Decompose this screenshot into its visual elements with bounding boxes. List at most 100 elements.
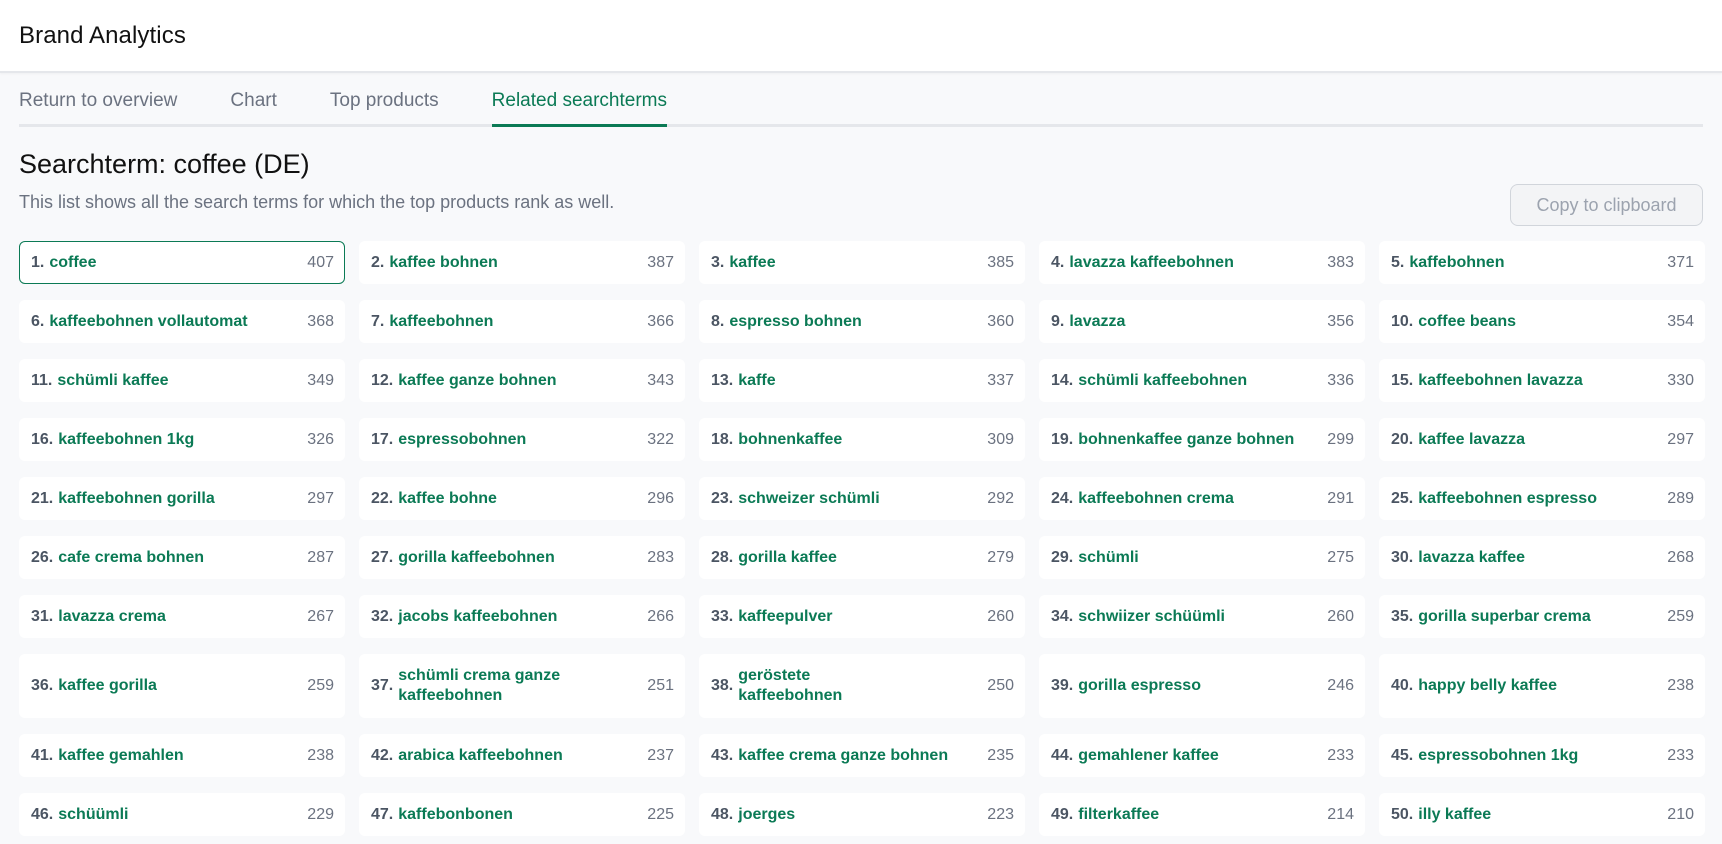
searchterm-card[interactable]: 21. kaffeebohnen gorilla 297 xyxy=(19,477,345,520)
searchterm-text[interactable]: schümli xyxy=(1078,548,1138,568)
tab-top-products[interactable]: Top products xyxy=(330,73,439,124)
searchterm-card[interactable]: 11. schümli kaffee 349 xyxy=(19,359,345,402)
searchterm-card[interactable]: 40. happy belly kaffee 238 xyxy=(1379,654,1705,718)
searchterm-card[interactable]: 36. kaffee gorilla 259 xyxy=(19,654,345,718)
searchterm-card[interactable]: 5. kaffebohnen 371 xyxy=(1379,241,1705,284)
searchterm-text[interactable]: kaffeebohnen lavazza xyxy=(1418,371,1583,391)
searchterm-text[interactable]: gorilla superbar crema xyxy=(1418,607,1591,627)
searchterm-card[interactable]: 41. kaffee gemahlen 238 xyxy=(19,734,345,777)
searchterm-card[interactable]: 22. kaffee bohne 296 xyxy=(359,477,685,520)
searchterm-text[interactable]: coffee beans xyxy=(1418,312,1516,332)
searchterm-card[interactable]: 47. kaffebonbonen 225 xyxy=(359,793,685,836)
searchterm-text[interactable]: gorilla kaffee xyxy=(738,548,837,568)
searchterm-card[interactable]: 33. kaffeepulver 260 xyxy=(699,595,1025,638)
searchterm-card[interactable]: 20. kaffee lavazza 297 xyxy=(1379,418,1705,461)
searchterm-card[interactable]: 19. bohnenkaffee ganze bohnen 299 xyxy=(1039,418,1365,461)
searchterm-text[interactable]: schweizer schümli xyxy=(738,489,879,509)
searchterm-text[interactable]: gorilla espresso xyxy=(1078,676,1201,696)
searchterm-text[interactable]: kaffeebohnen vollautomat xyxy=(49,312,247,332)
searchterm-text[interactable]: coffee xyxy=(49,253,96,273)
tab-return-to-overview[interactable]: Return to overview xyxy=(19,73,177,124)
searchterm-card[interactable]: 43. kaffee crema ganze bohnen 235 xyxy=(699,734,1025,777)
searchterm-text[interactable]: kaffee bohne xyxy=(398,489,497,509)
searchterm-text[interactable]: illy kaffee xyxy=(1418,805,1491,825)
searchterm-text[interactable]: bohnenkaffee ganze bohnen xyxy=(1078,430,1294,450)
searchterm-card[interactable]: 24. kaffeebohnen crema 291 xyxy=(1039,477,1365,520)
searchterm-text[interactable]: schümli kaffee xyxy=(57,371,168,391)
searchterm-card[interactable]: 27. gorilla kaffeebohnen 283 xyxy=(359,536,685,579)
searchterm-text[interactable]: kaffee gemahlen xyxy=(58,746,183,766)
searchterm-text[interactable]: bohnenkaffee xyxy=(738,430,842,450)
searchterm-card[interactable]: 34. schwiizer schüümli 260 xyxy=(1039,595,1365,638)
searchterm-card[interactable]: 30. lavazza kaffee 268 xyxy=(1379,536,1705,579)
searchterm-text[interactable]: schwiizer schüümli xyxy=(1078,607,1225,627)
searchterm-text[interactable]: kaffeebohnen gorilla xyxy=(58,489,214,509)
searchterm-card[interactable]: 38. geröstete kaffeebohnen 250 xyxy=(699,654,1025,718)
searchterm-card[interactable]: 32. jacobs kaffeebohnen 266 xyxy=(359,595,685,638)
searchterm-card[interactable]: 15. kaffeebohnen lavazza 330 xyxy=(1379,359,1705,402)
searchterm-text[interactable]: kaffee crema ganze bohnen xyxy=(738,746,948,766)
searchterm-card[interactable]: 29. schümli 275 xyxy=(1039,536,1365,579)
searchterm-card[interactable]: 23. schweizer schümli 292 xyxy=(699,477,1025,520)
searchterm-text[interactable]: kaffee gorilla xyxy=(58,676,157,696)
searchterm-card[interactable]: 3. kaffee 385 xyxy=(699,241,1025,284)
searchterm-card[interactable]: 16. kaffeebohnen 1kg 326 xyxy=(19,418,345,461)
searchterm-text[interactable]: joerges xyxy=(738,805,795,825)
searchterm-card[interactable]: 10. coffee beans 354 xyxy=(1379,300,1705,343)
searchterm-text[interactable]: espressobohnen xyxy=(398,430,526,450)
searchterm-text[interactable]: kaffeepulver xyxy=(738,607,832,627)
searchterm-card[interactable]: 39. gorilla espresso 246 xyxy=(1039,654,1365,718)
searchterm-text[interactable]: arabica kaffeebohnen xyxy=(398,746,563,766)
tab-related-searchterms[interactable]: Related searchterms xyxy=(491,73,668,127)
searchterm-card[interactable]: 13. kaffe 337 xyxy=(699,359,1025,402)
searchterm-card[interactable]: 42. arabica kaffeebohnen 237 xyxy=(359,734,685,777)
searchterm-card[interactable]: 1. coffee 407 xyxy=(19,241,345,284)
copy-to-clipboard-button[interactable]: Copy to clipboard xyxy=(1510,184,1703,226)
searchterm-card[interactable]: 9. lavazza 356 xyxy=(1039,300,1365,343)
searchterm-text[interactable]: kaffee xyxy=(729,253,775,273)
searchterm-card[interactable]: 48. joerges 223 xyxy=(699,793,1025,836)
searchterm-card[interactable]: 35. gorilla superbar crema 259 xyxy=(1379,595,1705,638)
searchterm-text[interactable]: kaffeebohnen espresso xyxy=(1418,489,1597,509)
searchterm-text[interactable]: happy belly kaffee xyxy=(1418,676,1557,696)
searchterm-text[interactable]: jacobs kaffeebohnen xyxy=(398,607,557,627)
searchterm-text[interactable]: gemahlener kaffee xyxy=(1078,746,1219,766)
searchterm-card[interactable]: 8. espresso bohnen 360 xyxy=(699,300,1025,343)
searchterm-card[interactable]: 2. kaffee bohnen 387 xyxy=(359,241,685,284)
searchterm-text[interactable]: kaffeebohnen xyxy=(389,312,493,332)
searchterm-card[interactable]: 46. schüümli 229 xyxy=(19,793,345,836)
searchterm-card[interactable]: 50. illy kaffee 210 xyxy=(1379,793,1705,836)
searchterm-text[interactable]: kaffe xyxy=(738,371,775,391)
searchterm-text[interactable]: kaffeebohnen 1kg xyxy=(58,430,194,450)
searchterm-text[interactable]: kaffeebohnen crema xyxy=(1078,489,1234,509)
searchterm-text[interactable]: schüümli xyxy=(58,805,128,825)
searchterm-text[interactable]: schümli crema ganze kaffeebohnen xyxy=(398,666,578,706)
searchterm-text[interactable]: filterkaffee xyxy=(1078,805,1159,825)
searchterm-text[interactable]: lavazza crema xyxy=(58,607,166,627)
searchterm-card[interactable]: 17. espressobohnen 322 xyxy=(359,418,685,461)
searchterm-card[interactable]: 4. lavazza kaffeebohnen 383 xyxy=(1039,241,1365,284)
searchterm-text[interactable]: kaffee bohnen xyxy=(389,253,497,273)
searchterm-text[interactable]: lavazza kaffee xyxy=(1418,548,1525,568)
searchterm-text[interactable]: espresso bohnen xyxy=(729,312,861,332)
searchterm-text[interactable]: cafe crema bohnen xyxy=(58,548,204,568)
searchterm-card[interactable]: 45. espressobohnen 1kg 233 xyxy=(1379,734,1705,777)
searchterm-card[interactable]: 26. cafe crema bohnen 287 xyxy=(19,536,345,579)
searchterm-card[interactable]: 18. bohnenkaffee 309 xyxy=(699,418,1025,461)
searchterm-card[interactable]: 49. filterkaffee 214 xyxy=(1039,793,1365,836)
searchterm-card[interactable]: 14. schümli kaffeebohnen 336 xyxy=(1039,359,1365,402)
searchterm-text[interactable]: schümli kaffeebohnen xyxy=(1078,371,1247,391)
searchterm-text[interactable]: gorilla kaffeebohnen xyxy=(398,548,554,568)
searchterm-text[interactable]: lavazza xyxy=(1069,312,1125,332)
searchterm-text[interactable]: kaffebonbonen xyxy=(398,805,513,825)
searchterm-card[interactable]: 44. gemahlener kaffee 233 xyxy=(1039,734,1365,777)
searchterm-text[interactable]: espressobohnen 1kg xyxy=(1418,746,1578,766)
searchterm-text[interactable]: geröstete kaffeebohnen xyxy=(738,666,918,706)
searchterm-card[interactable]: 12. kaffee ganze bohnen 343 xyxy=(359,359,685,402)
tab-chart[interactable]: Chart xyxy=(230,73,276,124)
searchterm-card[interactable]: 6. kaffeebohnen vollautomat 368 xyxy=(19,300,345,343)
searchterm-card[interactable]: 25. kaffeebohnen espresso 289 xyxy=(1379,477,1705,520)
searchterm-text[interactable]: kaffebohnen xyxy=(1409,253,1504,273)
searchterm-text[interactable]: kaffee lavazza xyxy=(1418,430,1525,450)
searchterm-card[interactable]: 37. schümli crema ganze kaffeebohnen 251 xyxy=(359,654,685,718)
